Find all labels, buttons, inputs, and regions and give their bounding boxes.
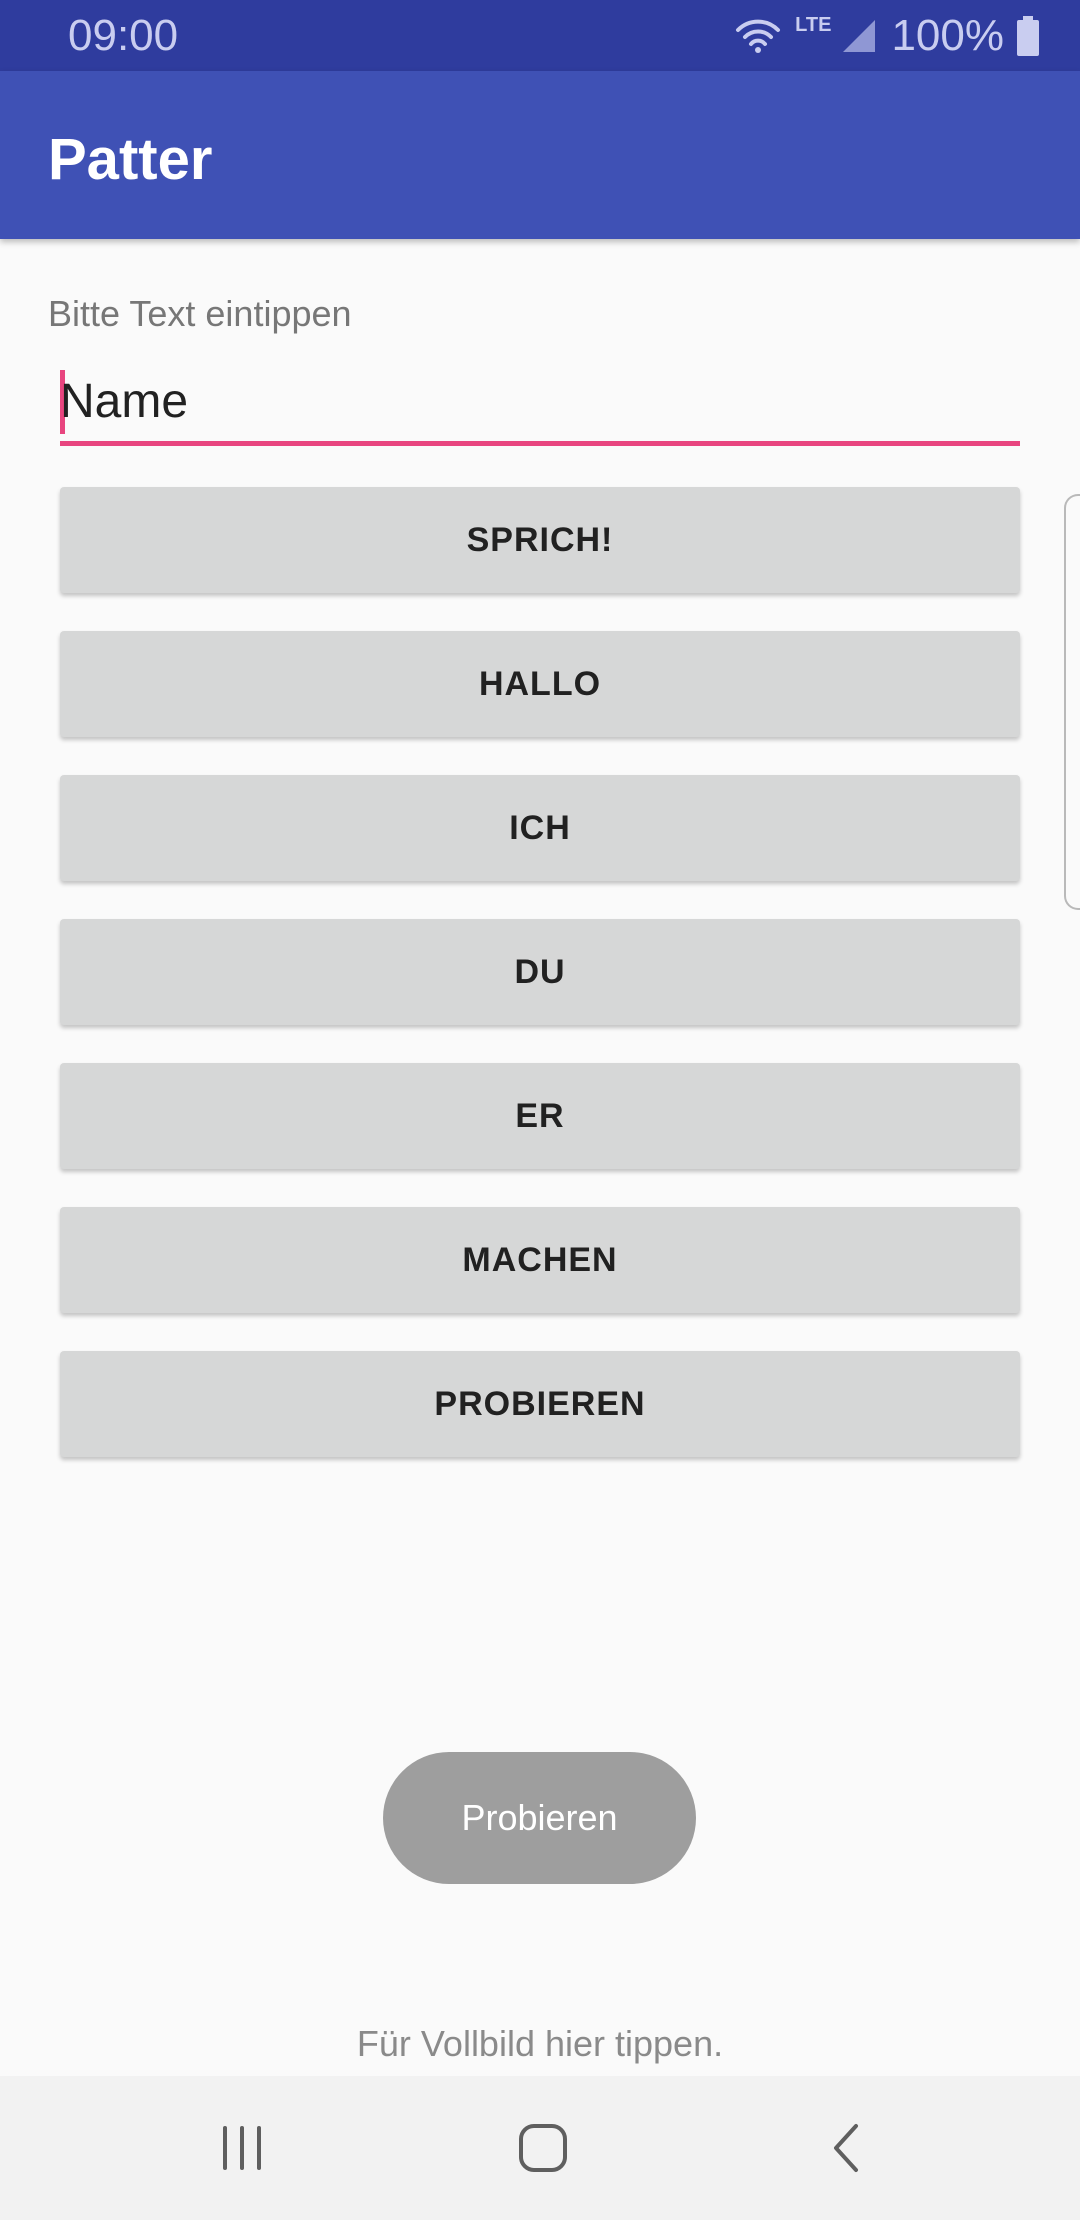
text-input-value: Name [60, 375, 189, 428]
toast-message: Probieren [383, 1752, 696, 1884]
status-time: 09:00 [68, 11, 179, 60]
ich-button[interactable]: ICH [60, 775, 1020, 881]
status-icons: LTE 100% [735, 8, 1040, 64]
speak-button[interactable]: SPRICH! [60, 487, 1020, 593]
battery-icon [1017, 16, 1039, 56]
home-button[interactable] [471, 2076, 615, 2220]
signal-icon [843, 20, 876, 52]
status-bar: 09:00 LTE 100% [0, 0, 1080, 71]
du-button[interactable]: DU [60, 919, 1020, 1025]
er-button[interactable]: ER [60, 1063, 1020, 1169]
text-input-underline [60, 441, 1020, 446]
app-title: Patter [48, 127, 213, 192]
battery-percentage: 100% [891, 11, 1004, 60]
probieren-button[interactable]: PROBIEREN [60, 1351, 1020, 1457]
phrase-button-list: SPRICH! HALLO ICH DU ER MACHEN PROBIEREN [60, 487, 1020, 1495]
home-icon [519, 2124, 567, 2172]
machen-button[interactable]: MACHEN [60, 1207, 1020, 1313]
recents-icon [223, 2126, 261, 2170]
text-input[interactable]: Name [60, 366, 1020, 446]
input-hint-label: Bitte Text eintippen [48, 293, 352, 334]
fullscreen-hint-link[interactable]: Für Vollbild hier tippen. [0, 2022, 1080, 2066]
recents-button[interactable] [170, 2076, 314, 2220]
wifi-icon [736, 19, 781, 53]
back-button[interactable] [774, 2076, 918, 2220]
navigation-bar [0, 2076, 1080, 2220]
back-icon [834, 2124, 858, 2172]
hallo-button[interactable]: HALLO [60, 631, 1020, 737]
edge-panel-handle[interactable] [1064, 494, 1080, 910]
app-bar: Patter [0, 71, 1080, 239]
network-type-label: LTE [795, 14, 832, 36]
